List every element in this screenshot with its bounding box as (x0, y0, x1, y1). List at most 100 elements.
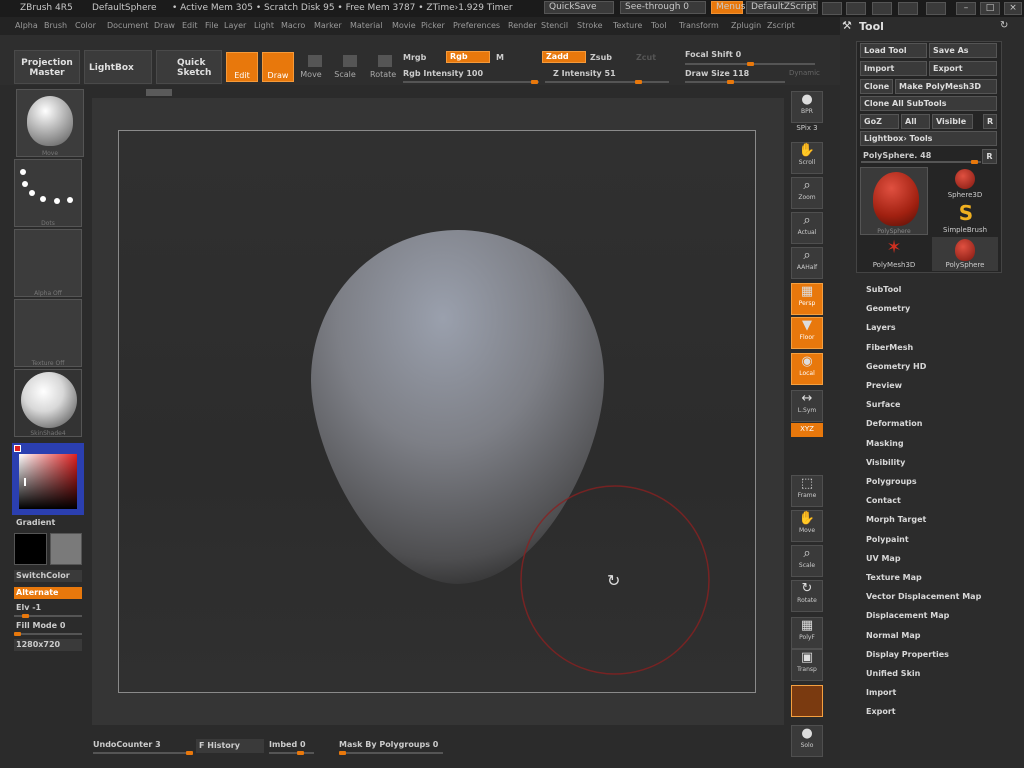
tool-menu-normal-map[interactable]: Normal Map (866, 631, 920, 640)
z-intensity-knob[interactable] (635, 80, 642, 84)
tool-btn-all[interactable]: All (901, 114, 930, 129)
tool-menu-geometry[interactable]: Geometry (866, 304, 910, 313)
menu-zscript[interactable]: Zscript (767, 17, 795, 35)
history-button[interactable]: F History (196, 739, 264, 753)
menu-material[interactable]: Material (350, 17, 383, 35)
mrgb-button[interactable]: Mrgb (403, 53, 426, 62)
frame-button[interactable]: ⬚ Frame (791, 475, 823, 507)
gradient-label[interactable]: Gradient (16, 518, 55, 527)
tool-btn-export[interactable]: Export (929, 61, 997, 76)
menu-layer[interactable]: Layer (224, 17, 246, 35)
zscript-button[interactable]: DefaultZScript (746, 1, 818, 14)
lightbox-button[interactable]: LightBox (84, 50, 152, 84)
elv-slider[interactable] (14, 614, 82, 618)
layout2-icon[interactable] (872, 2, 892, 15)
move-view-button[interactable]: ✋ Move (791, 510, 823, 542)
move-button[interactable]: Move (300, 70, 322, 79)
menu-zplugin[interactable]: Zplugin (731, 17, 761, 35)
menu-tool[interactable]: Tool (651, 17, 667, 35)
projection-master-button[interactable]: Projection Master (14, 50, 80, 84)
spix[interactable]: SPix 3 (791, 122, 823, 136)
tool-menu-visibility[interactable]: Visibility (866, 458, 905, 467)
tool-menu-preview[interactable]: Preview (866, 381, 902, 390)
tool-menu-masking[interactable]: Masking (866, 439, 904, 448)
menu-marker[interactable]: Marker (314, 17, 342, 35)
menu-preferences[interactable]: Preferences (453, 17, 500, 35)
mask-polygroups-slider[interactable] (339, 751, 443, 755)
reset-icon[interactable]: ↻ (1000, 20, 1008, 31)
aahalf-button[interactable]: ⌕ AAHalf (791, 247, 823, 279)
bpr-button[interactable]: ● BPR (791, 91, 823, 123)
focal-shift-knob[interactable] (747, 62, 754, 66)
fill-mode-slider[interactable] (14, 632, 82, 636)
undo-counter-knob[interactable] (186, 751, 193, 755)
tool-menu-vector-displacement-map[interactable]: Vector Displacement Map (866, 592, 981, 601)
menu-file[interactable]: File (205, 17, 218, 35)
transp-button[interactable]: ▣ Transp (791, 649, 823, 681)
tool-menu-fibermesh[interactable]: FiberMesh (866, 343, 913, 352)
menus-button[interactable]: Menus (711, 1, 745, 14)
tool-menu-layers[interactable]: Layers (866, 323, 896, 332)
fill-mode-knob[interactable] (14, 632, 21, 636)
tool-palette-title[interactable]: Tool (859, 20, 884, 33)
layout3-icon[interactable] (898, 2, 918, 15)
minimize-icon[interactable]: – (956, 2, 976, 15)
actual-button[interactable]: ⌕ Actual (791, 212, 823, 244)
scroll-button[interactable]: ✋ Scroll (791, 142, 823, 174)
tool-menu-uv-map[interactable]: UV Map (866, 554, 901, 563)
tool-menu-texture-map[interactable]: Texture Map (866, 573, 922, 582)
switchcolor-button[interactable]: SwitchColor (14, 570, 82, 582)
tool-menu-import[interactable]: Import (866, 688, 896, 697)
polysphere-tool[interactable]: PolySphere (932, 237, 998, 271)
tool-menu-displacement-map[interactable]: Displacement Map (866, 611, 949, 620)
scale-view-button[interactable]: ⌕ Scale (791, 545, 823, 577)
tool-menu-polygroups[interactable]: Polygroups (866, 477, 917, 486)
maximize-icon[interactable]: □ (980, 2, 1000, 15)
menu-draw[interactable]: Draw (154, 17, 175, 35)
tool-btn-lightbox-tools[interactable]: Lightbox› Tools (860, 131, 997, 146)
tool-menu-polypaint[interactable]: Polypaint (866, 535, 909, 544)
sphere3d-tool[interactable]: Sphere3D (932, 167, 998, 201)
tool-menu-geometry-hd[interactable]: Geometry HD (866, 362, 926, 371)
solo-button[interactable]: ● Solo (791, 725, 823, 757)
rotate-button[interactable]: Rotate (370, 70, 396, 79)
material-thumbnail[interactable]: SkinShade4 (14, 369, 82, 437)
menu-alpha[interactable]: Alpha (15, 17, 38, 35)
persp-button[interactable]: ▦ Persp (791, 283, 823, 315)
draw-size-knob[interactable] (727, 80, 734, 84)
tool-btn-make-polymesh3d[interactable]: Make PolyMesh3D (895, 79, 997, 94)
polysphere-slider[interactable] (861, 160, 981, 164)
menu-edit[interactable]: Edit (182, 17, 198, 35)
tool-menu-contact[interactable]: Contact (866, 496, 901, 505)
seethrough-slider[interactable]: See-through 0 (620, 1, 706, 14)
tool-btn-r[interactable]: R (983, 114, 997, 129)
zsub-button[interactable]: Zsub (590, 53, 612, 62)
menu-color[interactable]: Color (75, 17, 96, 35)
polysphere-r-button[interactable]: R (982, 149, 997, 164)
m-button[interactable]: M (496, 53, 504, 62)
tool-btn-load-tool[interactable]: Load Tool (860, 43, 927, 58)
zcut-button[interactable]: Zcut (636, 53, 656, 62)
layout-icon[interactable] (846, 2, 866, 15)
rgb-button[interactable]: Rgb (446, 51, 490, 63)
menu-transform[interactable]: Transform (679, 17, 719, 35)
tool-btn-save-as[interactable]: Save As (929, 43, 997, 58)
simplebrush-tool[interactable]: S SimpleBrush (932, 202, 998, 236)
tool-menu-export[interactable]: Export (866, 707, 896, 716)
tool-btn-import[interactable]: Import (860, 61, 927, 76)
stroke-thumbnail[interactable]: Dots (14, 159, 82, 227)
alpha-thumbnail[interactable]: Alpha Off (14, 229, 82, 297)
tool-menu-deformation[interactable]: Deformation (866, 419, 922, 428)
menu-stencil[interactable]: Stencil (541, 17, 568, 35)
scale-button[interactable]: Scale (334, 70, 356, 79)
xyz-button[interactable]: XYZ (791, 423, 823, 437)
lsym-button[interactable]: ↔ L.Sym (791, 390, 823, 422)
polymesh3d-tool[interactable]: ✶ PolyMesh3D (860, 237, 928, 271)
quicksave-button[interactable]: QuickSave (544, 1, 614, 14)
draw-size-slider[interactable] (685, 80, 785, 84)
tool-btn-clone-all-subtools[interactable]: Clone All SubTools (860, 96, 997, 111)
zoom-button[interactable]: ⌕ Zoom (791, 177, 823, 209)
close-icon[interactable]: × (1004, 2, 1022, 15)
tool-menu-subtool[interactable]: SubTool (866, 285, 901, 294)
rgb-intensity-slider[interactable] (403, 80, 539, 84)
